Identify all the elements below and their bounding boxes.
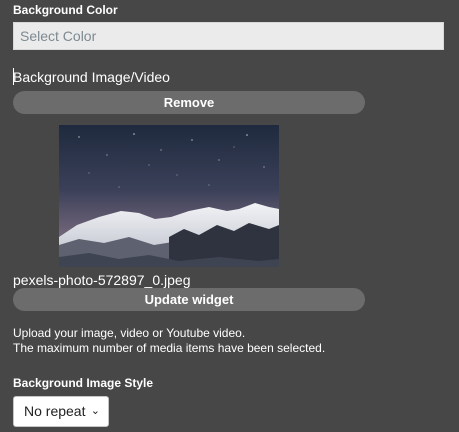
background-style-value: No repeat: [24, 403, 86, 419]
background-media-label: Background Image/Video: [13, 69, 170, 85]
update-widget-button[interactable]: Update widget: [13, 288, 365, 311]
max-media-notice: The maximum number of media items have b…: [13, 341, 326, 355]
background-color-input[interactable]: Select Color: [13, 22, 444, 50]
upload-help-text: Upload your image, video or Youtube vide…: [13, 326, 246, 340]
chevron-down-icon: ⌄: [90, 405, 100, 417]
remove-button[interactable]: Remove: [13, 91, 365, 114]
media-thumbnail: [59, 125, 279, 267]
background-color-label: Background Color: [13, 3, 118, 17]
background-style-label: Background Image Style: [13, 376, 154, 390]
media-filename: pexels-photo-572897_0.jpeg: [13, 272, 191, 288]
background-style-select[interactable]: No repeat ⌄: [13, 396, 109, 427]
